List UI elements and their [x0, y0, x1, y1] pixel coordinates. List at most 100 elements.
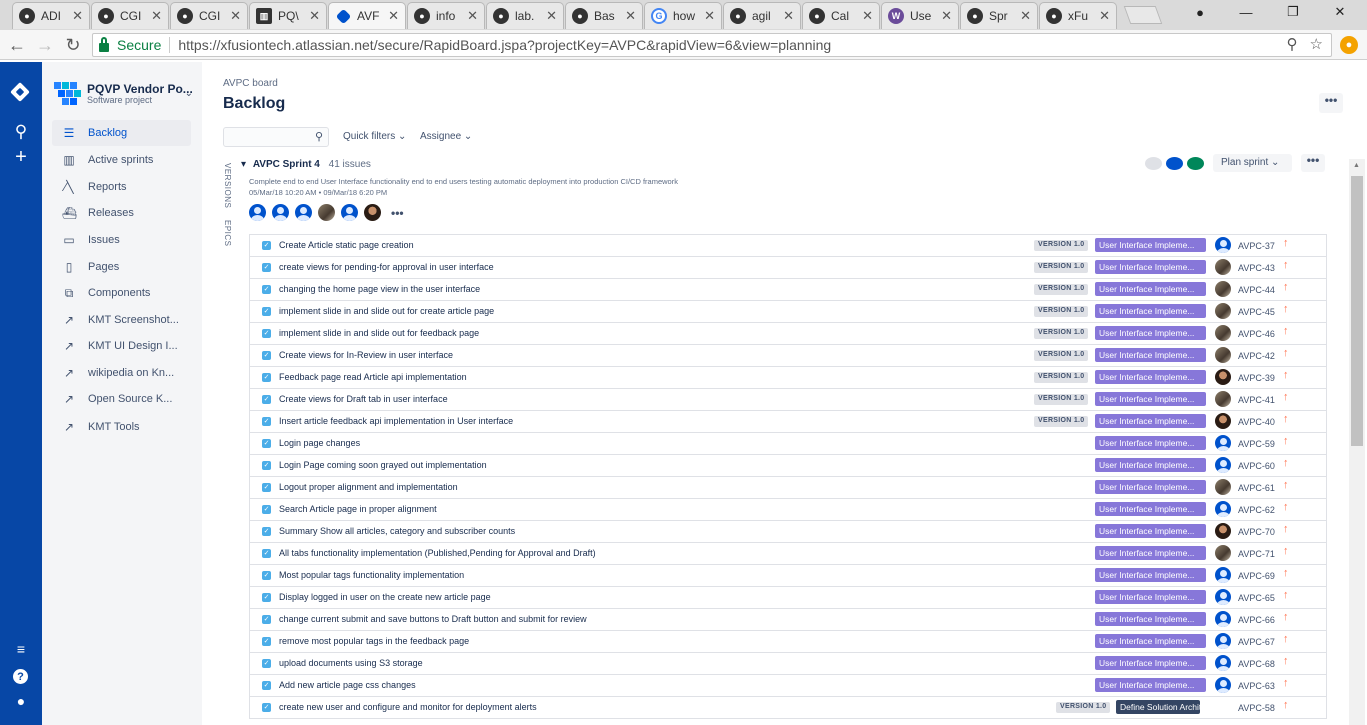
- epic-badge[interactable]: User Interface Impleme...: [1095, 326, 1206, 340]
- issue-key[interactable]: AVPC-66: [1238, 615, 1275, 625]
- browser-tab[interactable]: ● agil ✕: [723, 2, 801, 29]
- issue-row[interactable]: ✓ Create views for Draft tab in user inte…: [249, 389, 1327, 411]
- issue-row[interactable]: ✓ Create Article static page creation VERS…: [249, 235, 1327, 257]
- close-tab-icon[interactable]: ✕: [467, 8, 478, 24]
- close-tab-icon[interactable]: ✕: [1099, 8, 1110, 24]
- issue-row[interactable]: ✓ Logout proper alignment and implementat…: [249, 477, 1327, 499]
- sidebar-item-wikipedia-on-kn[interactable]: ↗ wikipedia on Kn...: [52, 360, 191, 386]
- issue-row[interactable]: ✓ implement slide in and slide out for fe…: [249, 323, 1327, 345]
- assignee-avatar[interactable]: [1215, 611, 1231, 627]
- issue-key[interactable]: AVPC-62: [1238, 505, 1275, 515]
- epic-badge[interactable]: User Interface Impleme...: [1095, 612, 1206, 626]
- issue-key[interactable]: AVPC-67: [1238, 637, 1275, 647]
- assignee-avatar[interactable]: [1215, 479, 1231, 495]
- epic-badge[interactable]: User Interface Impleme...: [1095, 370, 1206, 384]
- assignee-avatar[interactable]: [1215, 545, 1231, 561]
- assignee-avatar[interactable]: [1215, 501, 1231, 517]
- issue-row[interactable]: ✓ Create views for In-Review in user inte…: [249, 345, 1327, 367]
- browser-tab[interactable]: ▥ PQ\ ✕: [249, 2, 327, 29]
- sidebar-item-issues[interactable]: ▭ Issues: [52, 227, 191, 253]
- issue-row[interactable]: ✓ Login page changes User Interface Implem…: [249, 433, 1327, 455]
- version-badge[interactable]: VERSION 1.0: [1056, 702, 1111, 713]
- epic-badge[interactable]: User Interface Impleme...: [1095, 524, 1206, 538]
- assignee-avatar[interactable]: [1215, 237, 1231, 253]
- close-tab-icon[interactable]: ✕: [388, 8, 399, 24]
- issue-key[interactable]: AVPC-70: [1238, 527, 1275, 537]
- issue-row[interactable]: ✓ Summary Show all articles, category and…: [249, 521, 1327, 543]
- epic-badge[interactable]: User Interface Impleme...: [1095, 436, 1206, 450]
- issue-key[interactable]: AVPC-61: [1238, 483, 1275, 493]
- browser-tab[interactable]: ● lab. ✕: [486, 2, 564, 29]
- avatar[interactable]: [272, 204, 289, 221]
- issue-row[interactable]: ✓ Add new article page css changes User In…: [249, 675, 1327, 697]
- more-actions-button[interactable]: •••: [1319, 93, 1343, 113]
- assignee-avatar[interactable]: [1215, 633, 1231, 649]
- restore-icon[interactable]: ❐: [1275, 2, 1311, 22]
- issue-key[interactable]: AVPC-37: [1238, 241, 1275, 251]
- issue-row[interactable]: ✓ Most popular tags functionality impleme…: [249, 565, 1327, 587]
- close-tab-icon[interactable]: ✕: [1020, 8, 1031, 24]
- version-badge[interactable]: VERSION 1.0: [1034, 394, 1089, 405]
- search-input[interactable]: ⚲: [223, 127, 329, 147]
- assignee-avatar[interactable]: [1215, 303, 1231, 319]
- close-tab-icon[interactable]: ✕: [151, 8, 162, 24]
- version-badge[interactable]: VERSION 1.0: [1034, 328, 1089, 339]
- assignee-avatar[interactable]: [1215, 435, 1231, 451]
- sprint-more-button[interactable]: •••: [1301, 154, 1325, 172]
- epics-panel-tab[interactable]: EPICS: [223, 220, 232, 247]
- assignee-avatar[interactable]: [1215, 655, 1231, 671]
- browser-tab[interactable]: ● xFu ✕: [1039, 2, 1117, 29]
- close-tab-icon[interactable]: ✕: [941, 8, 952, 24]
- issue-key[interactable]: AVPC-69: [1238, 571, 1275, 581]
- issue-row[interactable]: ✓ create views for pending-for approval i…: [249, 257, 1327, 279]
- issue-key[interactable]: AVPC-44: [1238, 285, 1275, 295]
- browser-tab[interactable]: AVF ✕: [328, 2, 406, 29]
- epic-badge[interactable]: User Interface Impleme...: [1095, 282, 1206, 296]
- browser-tab[interactable]: ● ADI ✕: [12, 2, 90, 29]
- epic-badge[interactable]: User Interface Impleme...: [1095, 348, 1206, 362]
- close-tab-icon[interactable]: ✕: [704, 8, 715, 24]
- sidebar-item-active-sprints[interactable]: ▥ Active sprints: [52, 147, 191, 173]
- user-profile-icon[interactable]: ●: [0, 693, 42, 709]
- reload-icon[interactable]: ↻: [62, 34, 84, 56]
- avatar[interactable]: [295, 204, 312, 221]
- assignee-avatar[interactable]: [1215, 457, 1231, 473]
- forward-icon[interactable]: →: [34, 34, 56, 56]
- issue-key[interactable]: AVPC-45: [1238, 307, 1275, 317]
- issue-row[interactable]: ✓ Feedback page read Article api implemen…: [249, 367, 1327, 389]
- issue-key[interactable]: AVPC-43: [1238, 263, 1275, 273]
- issue-key[interactable]: AVPC-68: [1238, 659, 1275, 669]
- issue-key[interactable]: AVPC-42: [1238, 351, 1275, 361]
- close-tab-icon[interactable]: ✕: [862, 8, 873, 24]
- assignee-dropdown[interactable]: Assignee ⌄: [420, 131, 472, 142]
- sidebar-item-kmt-screenshot[interactable]: ↗ KMT Screenshot...: [52, 307, 191, 333]
- epic-badge[interactable]: User Interface Impleme...: [1095, 238, 1206, 252]
- epic-badge[interactable]: User Interface Impleme...: [1095, 678, 1206, 692]
- close-tab-icon[interactable]: ✕: [783, 8, 794, 24]
- zoom-icon[interactable]: ⚲: [1287, 35, 1298, 53]
- issue-row[interactable]: ✓ Display logged in user on the create ne…: [249, 587, 1327, 609]
- epic-badge[interactable]: User Interface Impleme...: [1095, 392, 1206, 406]
- avatar[interactable]: [364, 204, 381, 221]
- issue-key[interactable]: AVPC-40: [1238, 417, 1275, 427]
- scrollbar-thumb[interactable]: [1351, 176, 1363, 446]
- close-tab-icon[interactable]: ✕: [546, 8, 557, 24]
- sidebar-item-open-source-k[interactable]: ↗ Open Source K...: [52, 386, 191, 412]
- epic-badge[interactable]: User Interface Impleme...: [1095, 502, 1206, 516]
- issue-key[interactable]: AVPC-65: [1238, 593, 1275, 603]
- epic-badge[interactable]: User Interface Impleme...: [1095, 480, 1206, 494]
- issue-row[interactable]: ✓ changing the home page view in the user…: [249, 279, 1327, 301]
- collapse-icon[interactable]: ▾: [241, 159, 246, 170]
- assignee-avatar[interactable]: [1215, 281, 1231, 297]
- url-field[interactable]: Secure https://xfusiontech.atlassian.net…: [92, 33, 1332, 57]
- version-badge[interactable]: VERSION 1.0: [1034, 350, 1089, 361]
- issue-key[interactable]: AVPC-59: [1238, 439, 1275, 449]
- sidebar-item-components[interactable]: ⧉ Components: [52, 280, 191, 306]
- browser-tab[interactable]: ● Bas ✕: [565, 2, 643, 29]
- sidebar-item-releases[interactable]: ⛴ Releases: [52, 200, 191, 226]
- more-assignees-icon[interactable]: •••: [391, 206, 404, 220]
- version-badge[interactable]: VERSION 1.0: [1034, 240, 1089, 251]
- issue-key[interactable]: AVPC-39: [1238, 373, 1275, 383]
- epic-badge[interactable]: User Interface Impleme...: [1095, 590, 1206, 604]
- jira-logo-icon[interactable]: [10, 82, 30, 102]
